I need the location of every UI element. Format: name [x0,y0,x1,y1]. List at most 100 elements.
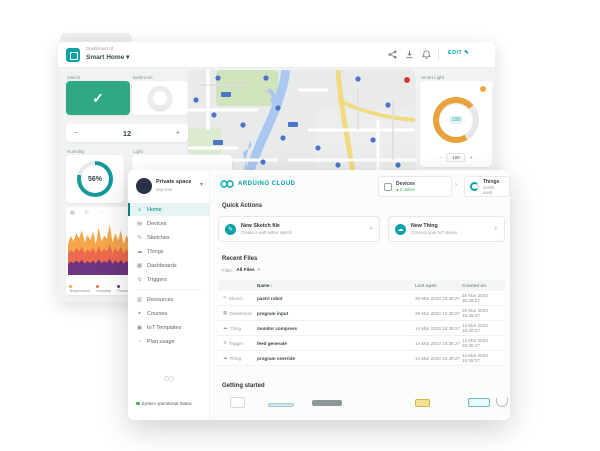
table-row[interactable]: ☁Thing monitor compress 14 Mar 2023 15:3… [218,321,505,336]
chart-tool-icon: ⋯ [99,210,104,216]
home-icon: ⌂ [136,207,143,213]
switch-widget-label: Switch [67,75,80,80]
chart-widget: ▦↻⋯ Temperature Humidity Pressure [66,207,134,295]
board-thumbnail[interactable] [415,399,430,407]
dashboards-icon: ▦ [136,263,143,269]
app-logo [66,48,80,62]
table-row[interactable]: ▦Dashboard program input 25 Mar 2023 15:… [218,306,505,321]
humidity-area-chart [68,219,132,280]
progress-ring-icon [470,182,479,191]
brand-text: ARDUINO CLOUD [238,181,296,187]
things-summary-card[interactable]: Things10/25 used [464,176,510,197]
arduino-cloud-window: Private space Jay Doe ▾ ⌂Home ▤Devices ✎… [128,170,510,420]
stepper-value: 12 [123,129,131,138]
space-name: Private space [156,179,191,185]
switch-widget[interactable]: ✓ [66,81,130,115]
plus-icon[interactable]: + [494,226,498,233]
dial-minus-button[interactable]: − [439,155,442,161]
thing-icon: ☁ [395,224,406,235]
board-thumbnail[interactable] [468,398,490,407]
download-icon[interactable] [405,50,414,59]
quick-actions-heading: Quick Actions [222,203,262,209]
table-row[interactable]: ↯Trigger feed generate 14 Mar 2023 15:38… [218,336,505,351]
legend-dot [69,285,72,288]
screenshot-canvas: Dashboard of Smart Home ▾ EDIT ✎ Switch … [0,0,600,451]
notification-bell-icon[interactable] [422,50,431,59]
filter-chevron-down-icon: ▾ [258,267,260,273]
space-subtitle: Jay Doe [156,187,173,192]
stepper-minus-button[interactable]: − [74,130,78,137]
light-widget-label: Light [133,149,143,154]
dial-widget-label: Smart Light [421,75,444,80]
triggers-icon: ↯ [136,277,143,283]
table-row[interactable]: ☁Thing program override 14 Mar 2023 15:3… [218,351,505,366]
chevron-right-icon[interactable]: › [455,182,457,188]
board-thumbnail[interactable] [230,397,245,408]
getting-started-heading: Getting started [222,383,265,389]
new-sketch-card[interactable]: ✎ New Sketch fileCreate a web editor ske… [218,216,380,242]
dial-widget[interactable]: 100 − 100 + [420,81,492,167]
legend-dot [96,285,99,288]
thing-type-icon: ☁ [223,355,228,361]
sidebar-item-sketches[interactable]: ✎Sketches [128,231,210,244]
pencil-icon: ✎ [464,50,469,56]
space-chevron-down-icon[interactable]: ▾ [200,181,203,188]
sketch-type-icon: ✎ [223,295,227,301]
humidity-widget-label: Humidity [67,149,85,154]
sidebar-item-triggers[interactable]: ↯Triggers [128,273,210,286]
chip-icon [384,183,392,191]
dial-plus-button[interactable]: + [470,155,473,161]
dial-stepper[interactable]: − 100 + [439,153,472,162]
recent-files-heading: Recent Files [222,256,257,262]
toggle-widget-label: Bathroom [133,75,153,80]
board-thumbnail[interactable] [268,403,294,407]
sidebar-item-home[interactable]: ⌂Home [128,203,210,216]
brand: ARDUINO CLOUD [220,180,296,188]
dial-stepper-value: 100 [446,153,466,162]
usb-cable-thumbnail[interactable] [496,398,508,407]
system-status[interactable]: System operational Status [136,401,192,406]
chart-toolbar[interactable]: ▦ ↻ ⋯ [70,210,104,216]
sidebar-item-things[interactable]: ☁Things [128,245,210,258]
chart-tool-icon: ▦ [70,210,75,216]
share-icon[interactable] [388,50,397,59]
dashboard-subtitle: Dashboard of [86,46,113,51]
sidebar-item-dashboards[interactable]: ▦Dashboards [128,259,210,272]
sidebar-item-plan-usage[interactable]: ◔Plan usage [128,335,210,348]
table-row[interactable]: ✎Sketch pastri robot 29 Mar 2023 15:38:2… [218,291,505,306]
stepper-plus-button[interactable]: + [176,130,180,137]
chart-tool-icon: ↻ [85,210,89,216]
humidity-value: 56% [81,165,109,193]
toggle-widget[interactable] [132,81,188,115]
header-divider [438,48,439,61]
sidebar-divider [136,289,202,290]
check-icon: ✓ [66,81,130,115]
sidebar-item-iot-templates[interactable]: ▣IoT Templates [128,321,210,334]
getting-started-carousel[interactable] [210,394,510,416]
sidebar-item-courses[interactable]: ✦Courses [128,307,210,320]
avatar[interactable] [136,178,152,194]
thing-type-icon: ☁ [223,325,228,331]
value-stepper-widget[interactable]: − 12 + [66,124,188,142]
edit-button[interactable]: EDIT ✎ [448,50,469,56]
sketch-icon: ✎ [225,224,236,235]
dial-value: 100 [449,116,462,124]
sketches-icon: ✎ [136,235,143,241]
plus-icon[interactable]: + [369,226,373,233]
chevron-down-icon: ▾ [126,54,129,61]
resources-icon: ▥ [136,297,143,303]
recent-files-table: Name ↑ Last open Created on ✎Sketch past… [218,280,505,366]
toggle-knob[interactable] [148,86,172,110]
sidebar-item-devices[interactable]: ▤Devices [128,217,210,230]
dial-ring[interactable]: 100 [433,97,479,143]
sidebar-item-resources[interactable]: ▥Resources [128,293,210,306]
humidity-gauge: 56% [77,161,113,197]
table-header-row: Name ↑ Last open Created on [218,280,505,291]
sort-asc-icon[interactable]: ↑ [271,283,273,288]
status-dot [136,402,140,406]
file-filter[interactable]: Filter: All Files ▾ [222,267,260,273]
new-thing-card[interactable]: ☁ New ThingConnect your IoT device + [388,216,505,242]
devices-summary-card[interactable]: Devices● 2 online [378,176,452,197]
board-thumbnail[interactable] [312,400,342,406]
dashboard-title-dropdown[interactable]: Smart Home ▾ [86,53,129,61]
